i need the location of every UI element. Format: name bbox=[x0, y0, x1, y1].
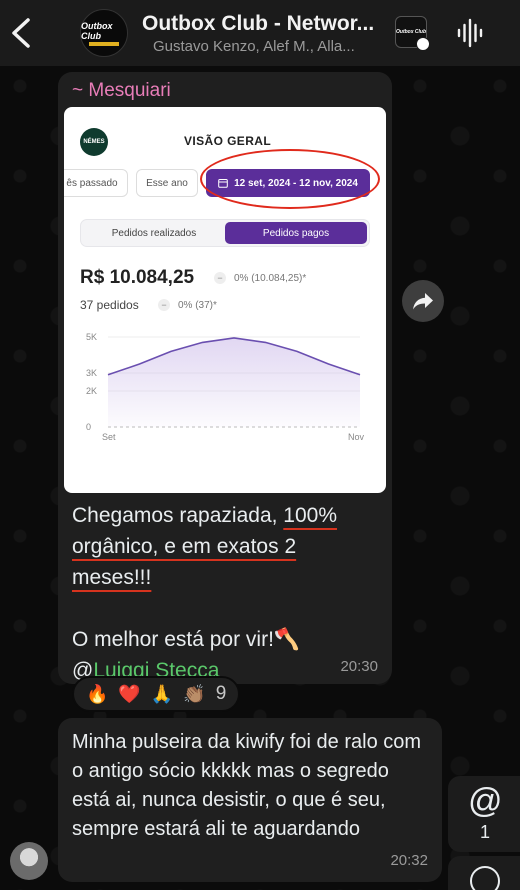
highlight-circle bbox=[200, 149, 380, 209]
chat-header: Outbox Club Outbox Club - Networ... Gust… bbox=[0, 0, 520, 66]
message-text: Chegamos rapaziada, 100% orgânico, e em … bbox=[72, 500, 382, 686]
message-text: Minha pulseira da kiwify foi de ralo com… bbox=[72, 731, 422, 840]
text-underlined: 100% bbox=[283, 504, 338, 527]
chat-title[interactable]: Outbox Club - Networ... bbox=[142, 12, 382, 36]
group-logo-bar bbox=[89, 41, 119, 46]
fire-reaction-icon: 🔥 bbox=[86, 683, 109, 704]
mentions-button[interactable]: @ 1 bbox=[448, 776, 520, 852]
sender-name[interactable]: ~ Mesquiari bbox=[72, 80, 171, 102]
revenue-chart: 0 2K 3K 5K Set Nov bbox=[86, 332, 365, 442]
text-underlined: meses!!! bbox=[72, 566, 152, 589]
message-bubble[interactable]: Minha pulseira da kiwify foi de ralo com… bbox=[58, 718, 442, 882]
at-icon: @ bbox=[468, 782, 503, 820]
group-avatar[interactable]: Outbox Club bbox=[80, 9, 128, 57]
group-thumbnail-logo: Outbox Club bbox=[396, 29, 426, 35]
group-thumbnail[interactable]: Outbox Club bbox=[395, 16, 430, 51]
filter-last-month: ês passado bbox=[64, 169, 128, 197]
y-tick-label: 5K bbox=[86, 332, 97, 342]
minus-icon: − bbox=[214, 272, 226, 284]
y-tick-label: 3K bbox=[86, 368, 97, 378]
heart-reaction-icon: ❤️ bbox=[118, 683, 141, 704]
mentions-count: 1 bbox=[480, 822, 491, 842]
message-bubble[interactable]: ~ Mesquiari NÉMES VISÃO GERAL ês passado… bbox=[58, 72, 392, 684]
dropdown-badge-icon bbox=[416, 37, 430, 51]
group-logo-text: Outbox Club bbox=[81, 20, 113, 41]
forward-button[interactable] bbox=[402, 280, 444, 322]
series-area bbox=[108, 337, 360, 427]
chat-participants[interactable]: Gustavo Kenzo, Alef M., Alla... bbox=[153, 38, 383, 55]
message-time: 20:32 bbox=[390, 852, 428, 869]
orders-change: − 0% (37)* bbox=[158, 299, 217, 311]
text-part: O melhor está por vir!🪓 bbox=[72, 628, 301, 651]
minus-icon: − bbox=[158, 299, 170, 311]
image-attachment[interactable]: NÉMES VISÃO GERAL ês passado Esse ano 12… bbox=[64, 107, 386, 493]
revenue-value: R$ 10.084,25 bbox=[80, 267, 195, 288]
reactions-bar[interactable]: 🔥 ❤️ 🙏 👏🏽 9 bbox=[72, 676, 241, 712]
revenue-change: − 0% (10.084,25)* bbox=[214, 272, 306, 284]
overview-title: VISÃO GERAL bbox=[184, 134, 272, 148]
audio-waveform-icon[interactable] bbox=[456, 18, 484, 48]
avatar[interactable] bbox=[10, 842, 48, 880]
forward-icon bbox=[413, 293, 433, 310]
nemes-logo: NÉMES bbox=[80, 128, 108, 156]
y-tick-label: 2K bbox=[86, 386, 97, 396]
scroll-down-button[interactable] bbox=[448, 856, 520, 890]
x-tick-label: Set bbox=[102, 432, 116, 442]
message-time: 20:30 bbox=[340, 658, 378, 675]
orders-change-text: 0% (37)* bbox=[178, 299, 217, 311]
reaction-count: 9 bbox=[215, 683, 227, 704]
revenue-change-text: 0% (10.084,25)* bbox=[234, 272, 307, 284]
chevron-left-icon[interactable] bbox=[8, 16, 34, 50]
orders-count: 37 pedidos bbox=[80, 298, 139, 312]
y-tick-label: 0 bbox=[86, 422, 91, 432]
text-underlined: orgânico, e em exatos 2 bbox=[72, 535, 297, 558]
tab-pedidos-realizados: Pedidos realizados bbox=[111, 227, 197, 239]
orders-tabs: Pedidos realizados Pedidos pagos bbox=[80, 219, 370, 247]
clap-reaction-icon: 👏🏽 bbox=[183, 683, 206, 704]
text-part: Chegamos rapaziada, bbox=[72, 504, 284, 527]
pray-reaction-icon: 🙏 bbox=[150, 683, 174, 704]
filter-this-year: Esse ano bbox=[136, 169, 198, 197]
tab-pedidos-pagos: Pedidos pagos bbox=[225, 222, 367, 244]
x-tick-label: Nov bbox=[348, 432, 365, 442]
chevron-down-icon bbox=[470, 866, 500, 890]
